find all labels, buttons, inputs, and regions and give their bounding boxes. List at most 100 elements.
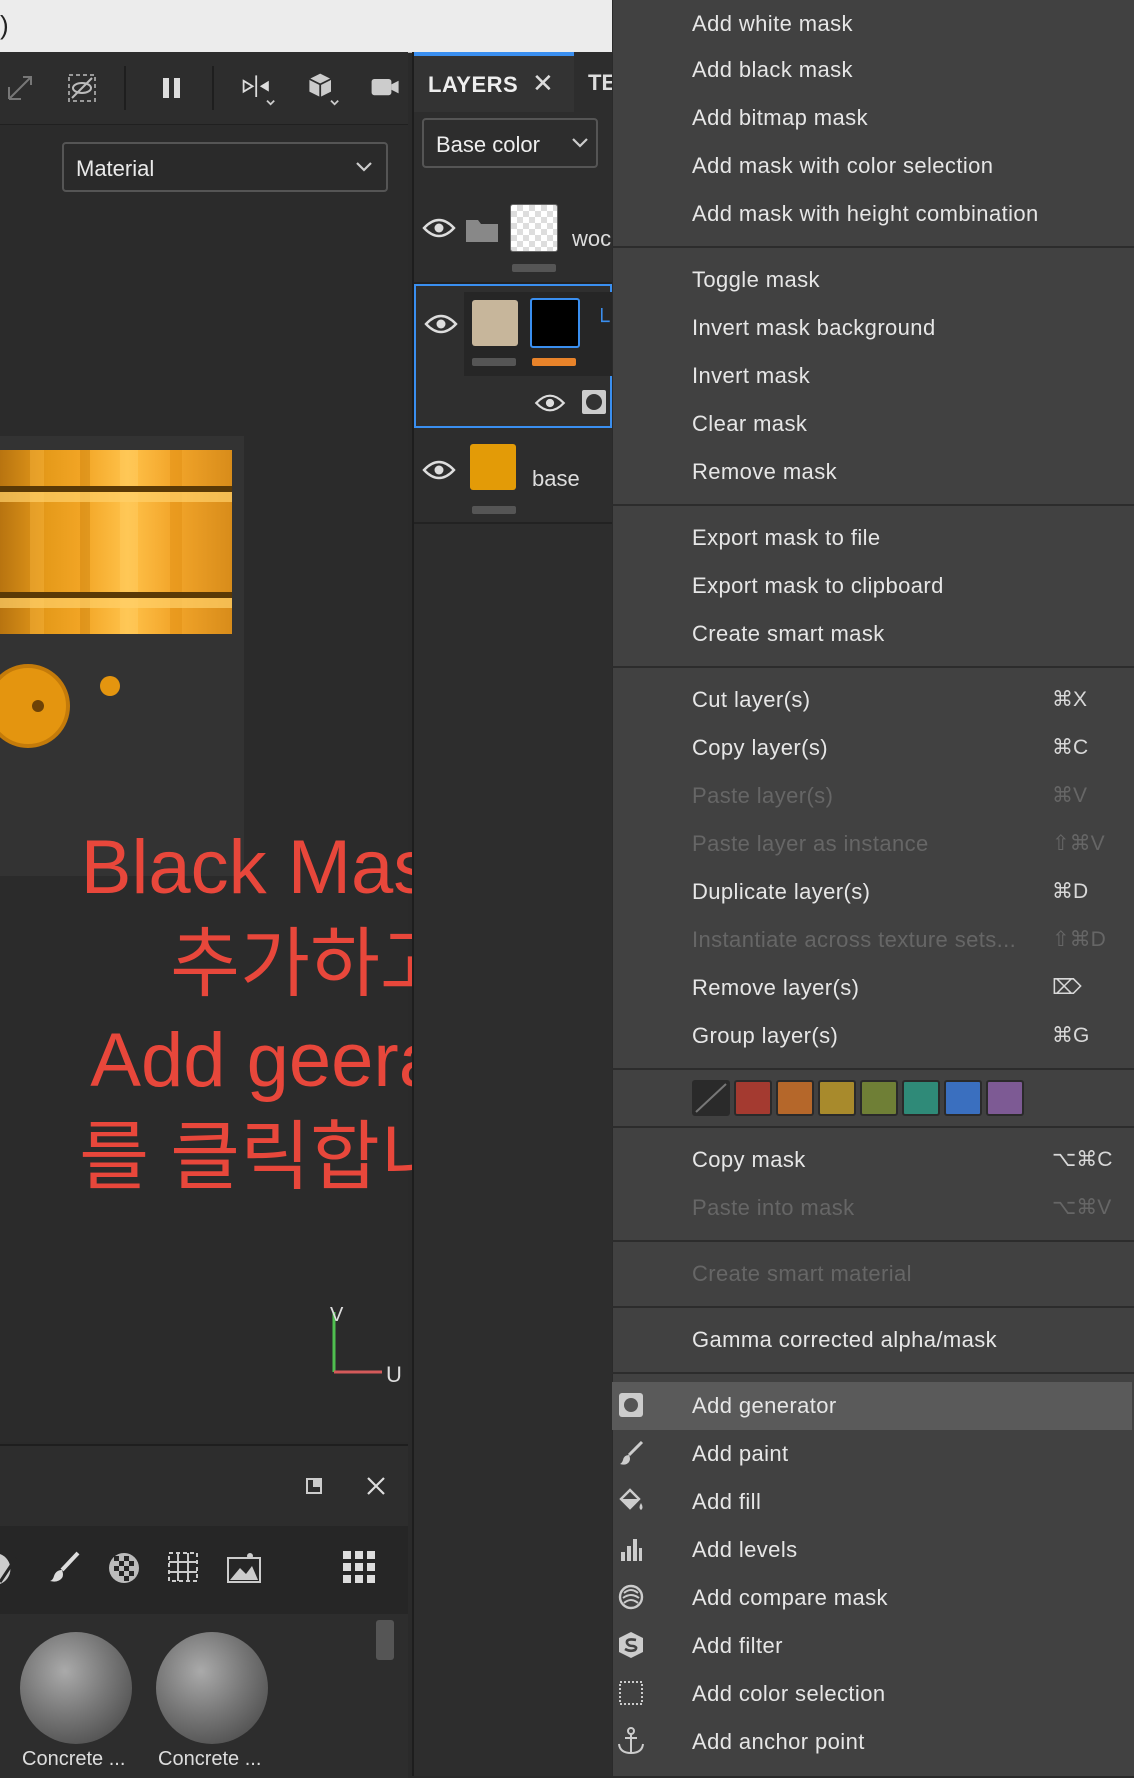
maximize-icon[interactable] [304,1476,324,1501]
material-thumbnail[interactable] [156,1632,268,1744]
hide-selection-icon[interactable] [64,70,100,106]
menu-item-cut-layers[interactable]: Cut layer(s) ⌘X [612,676,1132,724]
eye-icon[interactable] [422,458,456,482]
menu-item-add-color-selection[interactable]: Add color selection [612,1670,1132,1718]
window-titlebar: ) [0,0,612,53]
menu-item-shortcut: ⌘D [1052,880,1089,903]
menu-item-add-white-mask[interactable]: Add white mask [612,0,1132,48]
menu-item-add-anchor-point[interactable]: Add anchor point [612,1718,1132,1766]
black-mask-thumbnail[interactable] [530,298,580,348]
symmetry-icon[interactable] [240,70,276,106]
menu-item-create-smart-mask[interactable]: Create smart mask [612,610,1132,658]
uv-texture-preview [0,450,232,748]
color-swatch-orange[interactable] [776,1080,814,1116]
menu-divider [612,1240,1134,1242]
menu-item-add-compare-mask[interactable]: Add compare mask [612,1574,1132,1622]
menu-item-gamma-corrected[interactable]: Gamma corrected alpha/mask [612,1316,1132,1364]
color-swatch-teal[interactable] [902,1080,940,1116]
filter-icon [616,1630,646,1660]
menu-item-add-levels[interactable]: Add levels [612,1526,1132,1574]
menu-item-add-generator[interactable]: Add generator [612,1382,1132,1430]
menu-item-add-filter[interactable]: Add filter [612,1622,1132,1670]
menu-item-copy-mask[interactable]: Copy mask ⌥⌘C [612,1136,1132,1184]
menu-item-label: Paste into mask [692,1195,855,1220]
menu-item-label: Create smart material [692,1261,912,1286]
eye-icon[interactable] [534,392,566,414]
tab-layers[interactable]: LAYERS ✕ [414,52,574,112]
brush-icon [616,1438,646,1468]
transform-icon[interactable] [2,70,38,106]
menu-item-label: Duplicate layer(s) [692,879,871,904]
pause-icon[interactable] [154,70,190,106]
uv-island-panel [0,436,244,876]
color-swatch-green[interactable] [860,1080,898,1116]
close-icon[interactable] [364,1474,388,1503]
menu-item-label: Remove layer(s) [692,975,860,1000]
menu-item-invert-mask-background[interactable]: Invert mask background [612,304,1132,352]
menu-item-add-fill[interactable]: Add fill [612,1478,1132,1526]
menu-item-remove-mask[interactable]: Remove mask [612,448,1132,496]
brush-filter-icon[interactable] [48,1550,82,1589]
menu-item-label: Cut layer(s) [692,687,811,712]
color-swatch-none[interactable] [692,1080,730,1116]
title-fragment: ) [0,10,9,40]
menu-item-toggle-mask[interactable]: Toggle mask [612,256,1132,304]
menu-item-label: Add bitmap mask [692,105,868,130]
menu-item-shortcut: ⌥⌘V [1052,1196,1112,1219]
fill-thumbnail[interactable] [470,444,516,490]
menu-item-copy-layers[interactable]: Copy layer(s) ⌘C [612,724,1132,772]
eye-icon[interactable] [422,216,456,240]
menu-divider [612,1068,1134,1070]
menu-item-add-paint[interactable]: Add paint [612,1430,1132,1478]
material-label: Concrete ... [22,1748,126,1770]
menu-item-add-mask-height[interactable]: Add mask with height combination [612,190,1132,238]
uv-axes-gizmo: V U [330,1304,410,1388]
material-filter-icon[interactable] [0,1552,22,1591]
menu-item-label: Create smart mask [692,621,885,646]
menu-item-shortcut: ⌥⌘C [1052,1148,1113,1171]
menu-item-group-layers[interactable]: Group layer(s) ⌘G [612,1012,1132,1060]
menu-item-duplicate-layers[interactable]: Duplicate layer(s) ⌘D [612,868,1132,916]
color-swatch-yellow[interactable] [818,1080,856,1116]
menu-item-label: Export mask to file [692,525,881,550]
layer-mask-thumbnail[interactable] [510,204,558,252]
color-swatch-red[interactable] [734,1080,772,1116]
menu-item-add-bitmap-mask[interactable]: Add bitmap mask [612,94,1132,142]
menu-item-export-mask-clipboard[interactable]: Export mask to clipboard [612,562,1132,610]
grid-view-icon[interactable] [342,1550,376,1589]
generator-effect-icon[interactable] [582,390,606,414]
camera-icon[interactable] [368,70,404,106]
menu-item-label: Gamma corrected alpha/mask [692,1327,998,1352]
layer-row-base[interactable]: base [414,430,612,524]
menu-item-shortcut: ⌘V [1052,784,1088,807]
shelf-scrollbar[interactable] [376,1620,394,1660]
menu-item-shortcut: ⌘G [1052,1024,1090,1047]
eye-icon[interactable] [424,312,458,336]
color-swatch-blue[interactable] [944,1080,982,1116]
menu-item-invert-mask[interactable]: Invert mask [612,352,1132,400]
menu-item-label: Paste layer as instance [692,831,929,856]
cube-view-icon[interactable] [304,70,340,106]
fill-thumbnail[interactable] [472,300,518,346]
menu-item-shortcut: ⇧⌘V [1052,832,1105,855]
color-swatch-purple[interactable] [986,1080,1024,1116]
channel-select[interactable]: Base color [422,118,598,168]
generator-icon [616,1390,646,1420]
material-mode-select[interactable]: Material [62,142,388,192]
material-thumbnail[interactable] [20,1632,132,1744]
menu-item-remove-layers[interactable]: Remove layer(s) ⌦ [612,964,1132,1012]
close-icon[interactable]: ✕ [532,68,554,99]
layer-opacity-bar [472,506,516,514]
layer-row-folder[interactable]: woc [414,190,612,284]
layer-row-selected[interactable]: └ [414,284,614,428]
chevron-down-icon [572,138,588,148]
axis-v-label: V [330,1304,344,1326]
menu-item-clear-mask[interactable]: Clear mask [612,400,1132,448]
menu-item-export-mask-file[interactable]: Export mask to file [612,514,1132,562]
alpha-filter-icon[interactable] [106,1550,142,1591]
menu-item-add-mask-color-selection[interactable]: Add mask with color selection [612,142,1132,190]
environment-filter-icon[interactable] [226,1550,262,1589]
procedural-filter-icon[interactable] [166,1550,200,1589]
menu-item-add-black-mask[interactable]: Add black mask [612,46,1132,94]
layer-opacity-bar [512,264,556,272]
